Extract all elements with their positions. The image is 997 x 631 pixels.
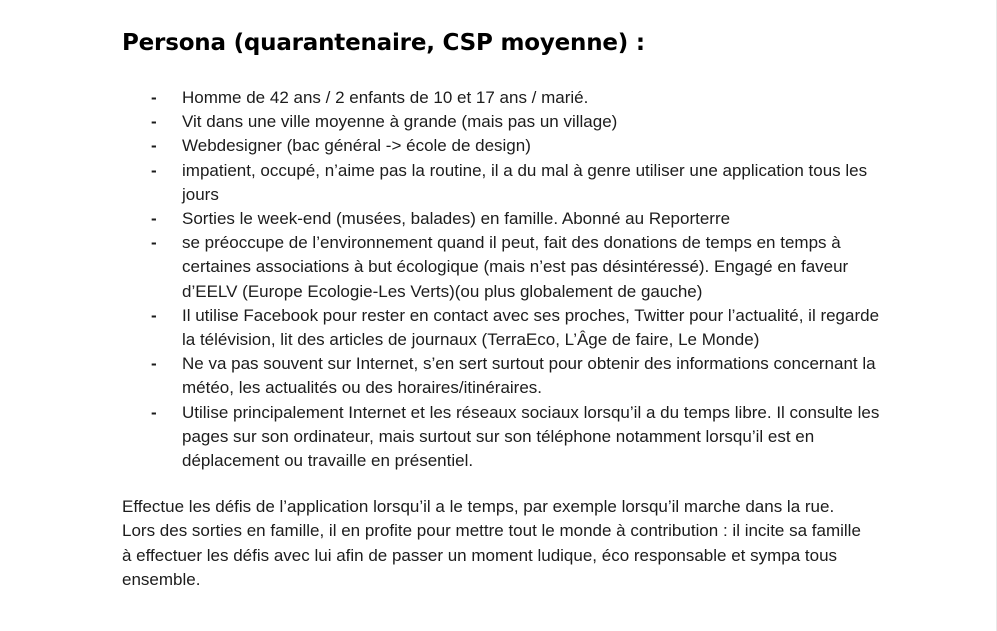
page-title: Persona (quarantenaire, CSP moyenne) : [122, 30, 645, 56]
bullet-marker: - [151, 160, 157, 180]
list-item-text: se préoccupe de l’environnement quand il… [182, 233, 849, 301]
list-item-text: Il utilise Facebook pour rester en conta… [182, 305, 880, 350]
list-item-text: Homme de 42 ans / 2 enfants de 10 et 17 … [182, 88, 589, 107]
list-item: - se préoccupe de l’environnement quand … [122, 231, 882, 304]
bullet-marker: - [151, 88, 157, 107]
list-item-text: Vit dans une ville moyenne à grande (mai… [182, 112, 618, 132]
bullet-marker: - [151, 354, 157, 374]
list-item: - impatient, occupé, n’aime pas la routi… [122, 159, 882, 207]
list-item: - Sorties le week-end (musées, balades) … [122, 207, 882, 231]
document-page: Persona (quarantenaire, CSP moyenne) : -… [0, 0, 997, 631]
list-item-text: Utilise principalement Internet et les r… [182, 402, 880, 471]
list-item-text: Webdesigner (bac général -> école de des… [182, 136, 531, 156]
bullet-marker: - [151, 402, 157, 422]
persona-bullet-list: - Homme de 42 ans / 2 enfants de 10 et 1… [122, 86, 882, 473]
list-item-text: impatient, occupé, n’aime pas la routine… [182, 160, 868, 204]
list-item: - Ne va pas souvent sur Internet, s’en s… [122, 352, 882, 400]
list-item: - Utilise principalement Internet et les… [122, 401, 882, 474]
list-item: - Vit dans une ville moyenne à grande (m… [122, 110, 882, 134]
bullet-marker: - [151, 209, 157, 229]
usage-paragraph: Effectue les défis de l’application lors… [122, 497, 861, 589]
document-content: Persona (quarantenaire, CSP moyenne) : -… [122, 26, 882, 592]
bullet-marker: - [151, 112, 157, 132]
bullet-marker: - [151, 305, 157, 325]
list-item-text: Ne va pas souvent sur Internet, s’en ser… [182, 354, 876, 398]
list-item: - Homme de 42 ans / 2 enfants de 10 et 1… [122, 86, 882, 110]
list-item-text: Sorties le week-end (musées, balades) en… [182, 209, 731, 229]
list-item: - Il utilise Facebook pour rester en con… [122, 304, 882, 352]
bullet-marker: - [151, 136, 157, 156]
bullet-marker: - [151, 233, 157, 253]
list-item: - Webdesigner (bac général -> école de d… [122, 134, 882, 158]
